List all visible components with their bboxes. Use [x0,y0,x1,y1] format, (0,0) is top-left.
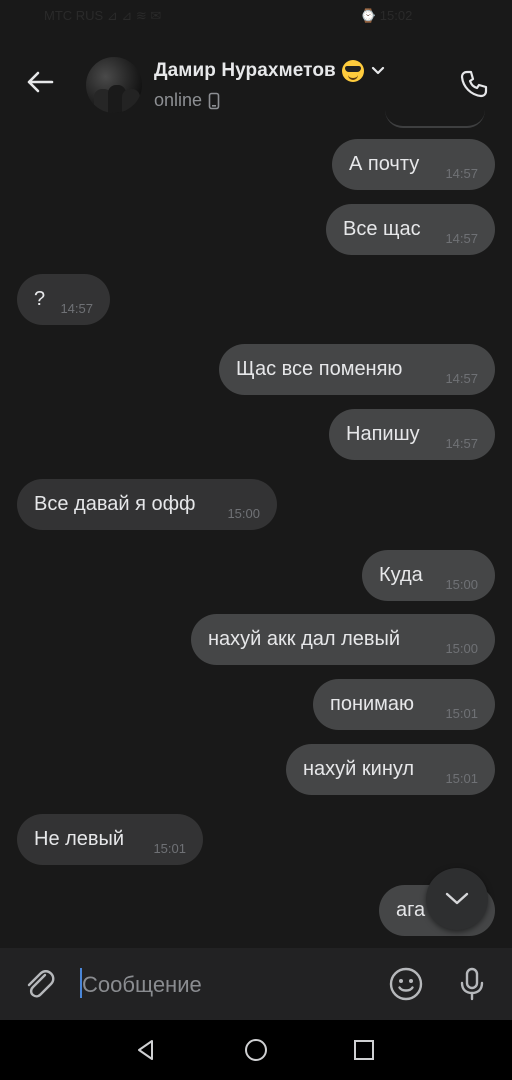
message-text: нахуй кинул [303,758,415,780]
nav-home-button[interactable] [240,1034,272,1066]
message-time: 15:01 [445,706,478,721]
message-time: 14:57 [445,231,478,246]
mobile-phone-icon [208,92,220,109]
message-time: 15:00 [227,506,260,521]
status-bar: МТС RUS ⊿ ⊿ ≋ ✉ ⌚ 15:02 [0,0,512,40]
message-text: Не левый [34,828,125,850]
message-bubble[interactable]: Куда 15:00 [362,550,495,601]
message-text: Куда [379,564,423,586]
scroll-to-bottom-button[interactable] [426,868,488,930]
message-bubble[interactable]: ? 14:57 [17,274,110,325]
status-bar-left: МТС RUS ⊿ ⊿ ≋ ✉ [44,8,162,23]
status-bar-right: ⌚ 15:02 [360,8,413,23]
message-bubble[interactable]: нахуй кинул 15:01 [286,744,495,795]
system-navigation-bar [0,1020,512,1080]
message-bubble[interactable]: Щас все поменяю 14:57 [219,344,495,395]
message-bubble[interactable]: нахуй акк дал левый 15:00 [191,614,495,665]
previous-message-edge [385,96,485,128]
attach-button[interactable] [20,964,60,1004]
message-bubble[interactable]: Не левый 15:01 [17,814,203,865]
message-time: 14:57 [445,371,478,386]
square-recents-icon [354,1040,374,1060]
message-time: 15:00 [445,641,478,656]
nav-back-button[interactable] [130,1034,162,1066]
message-text: Все щас [343,218,421,240]
message-text: Напишу [346,423,420,445]
microphone-icon [460,967,484,1001]
message-composer: Сообщение [0,948,512,1020]
chevron-down-icon [371,66,384,75]
message-text: нахуй акк дал левый [208,628,401,650]
presence-status: online [154,90,220,111]
avatar[interactable] [86,57,142,113]
emoji-button[interactable] [386,964,426,1004]
message-time: 14:57 [60,301,93,316]
message-time: 15:00 [445,577,478,592]
contact-name-row[interactable]: Дамир Нурахметов [154,60,386,82]
status-text: online [154,90,203,110]
voice-message-button[interactable] [452,964,492,1004]
message-text: Щас все поменяю [236,358,403,380]
message-time: 14:57 [445,166,478,181]
message-time: 15:01 [153,841,186,856]
message-text: ага [396,899,426,921]
nav-recents-button[interactable] [348,1034,380,1066]
message-bubble[interactable]: понимаю 15:01 [313,679,495,730]
paperclip-icon [27,970,55,998]
smiley-icon [389,967,423,1001]
contact-name: Дамир Нурахметов [154,60,336,81]
message-bubble[interactable]: Напишу 14:57 [329,409,495,460]
circle-home-icon [245,1039,267,1061]
message-bubble[interactable]: Все давай я офф 15:00 [17,479,277,530]
message-text: Все давай я офф [34,493,196,515]
message-bubble[interactable]: А почту 14:57 [332,139,495,190]
triangle-back-icon [138,1040,153,1060]
chevron-down-icon [445,892,469,905]
message-text: понимаю [330,693,415,715]
message-input[interactable]: Сообщение [80,966,370,1002]
message-text: ? [34,288,46,310]
back-button[interactable] [20,62,60,102]
message-bubble[interactable]: Все щас 14:57 [326,204,495,255]
message-text: А почту [349,153,420,175]
arrow-left-icon [27,71,54,93]
message-time: 14:57 [445,436,478,451]
message-input-placeholder: Сообщение [82,972,202,997]
smiling-face-with-sunglasses-icon [341,60,364,82]
message-time: 15:01 [445,771,478,786]
